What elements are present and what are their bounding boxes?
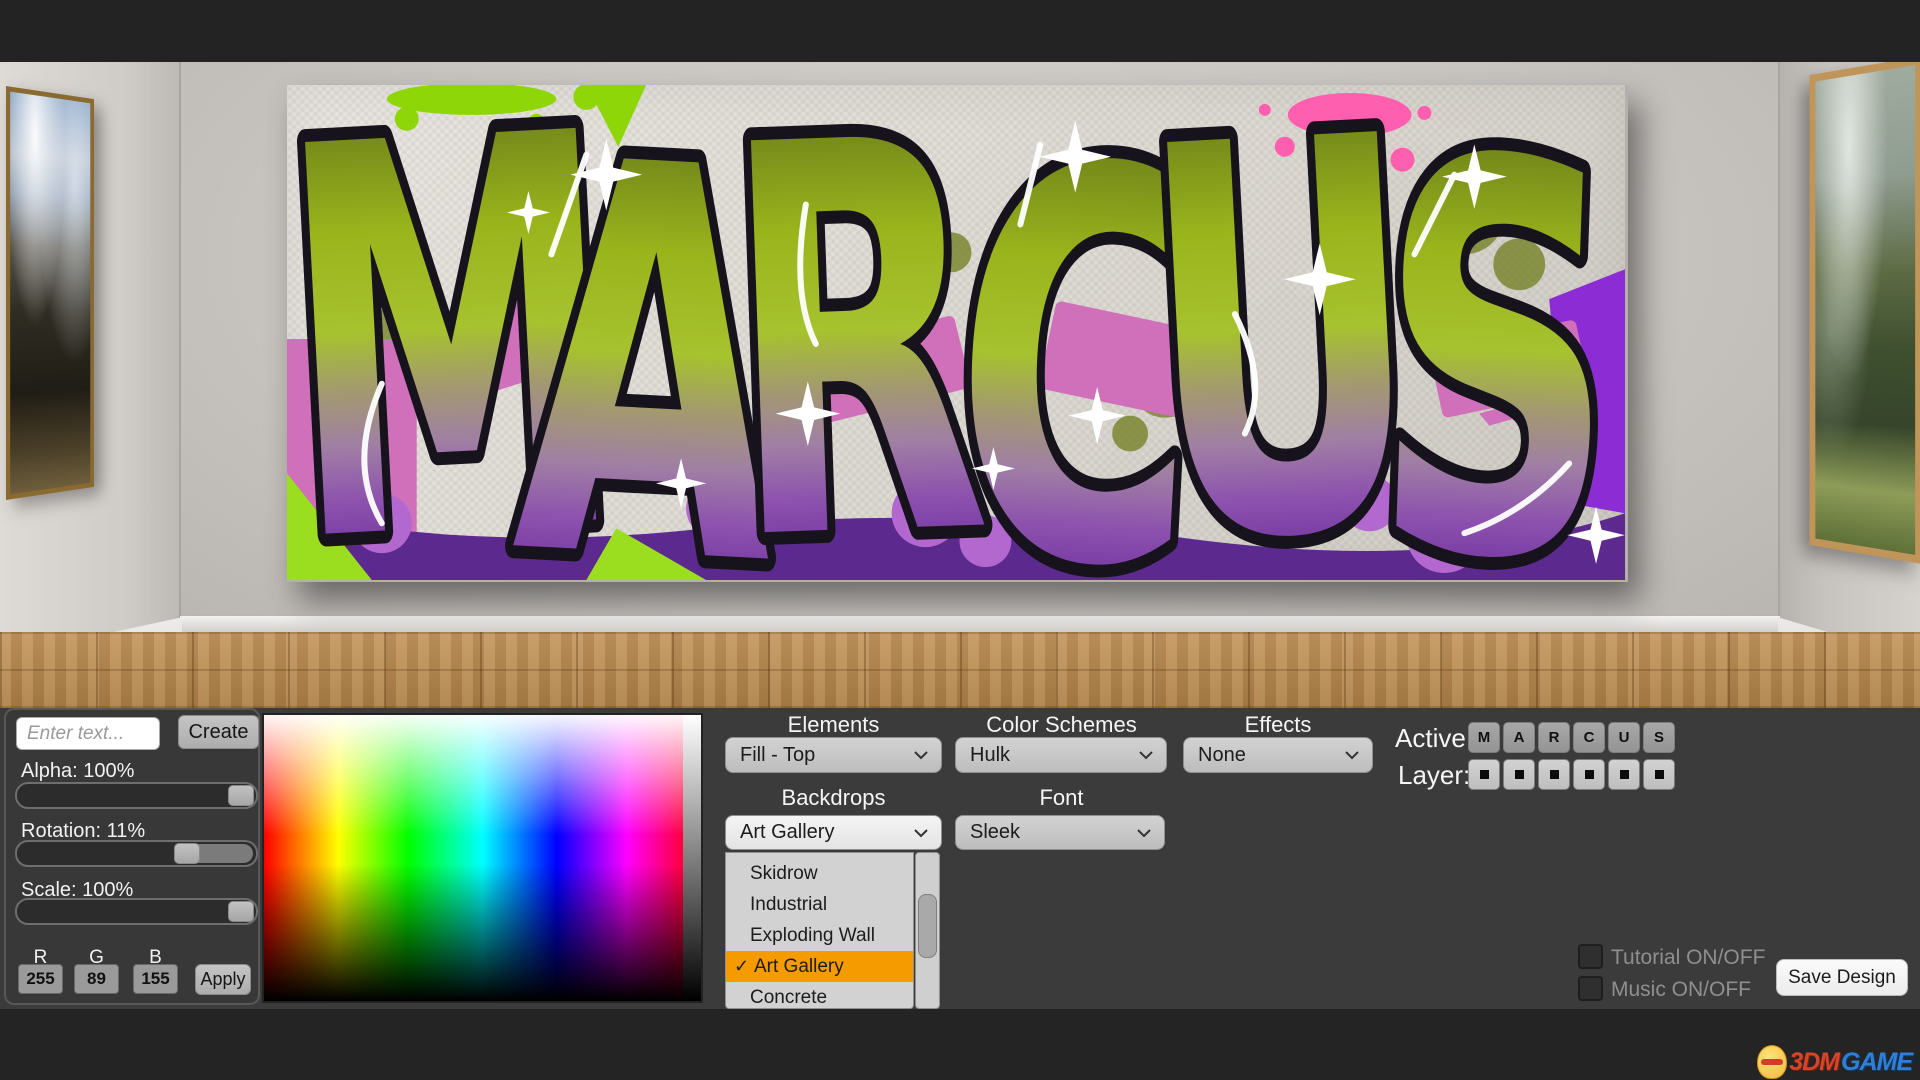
dropdown-scrollbar-thumb[interactable]	[918, 894, 937, 958]
apply-button[interactable]: Apply	[195, 964, 251, 995]
chevron-down-icon	[913, 750, 929, 760]
graffiti-artwork: M A R C U S	[287, 85, 1625, 580]
logo-game-text: GAME	[1841, 1048, 1912, 1077]
3dm-duck-icon	[1757, 1045, 1787, 1079]
alpha-slider-handle[interactable]	[228, 785, 254, 806]
elements-select[interactable]: Fill - Top	[725, 737, 942, 773]
layer-button-2[interactable]	[1503, 759, 1535, 790]
text-input[interactable]	[16, 717, 160, 750]
3dmgame-logo: 3DM GAME	[1757, 1045, 1912, 1079]
color-picker-gradient[interactable]	[264, 715, 701, 1001]
active-label: Active:	[1395, 723, 1473, 754]
effects-select-value: None	[1198, 744, 1338, 767]
layer-square-icon	[1585, 770, 1594, 779]
b-value-field[interactable]: 155	[133, 964, 178, 994]
alpha-label: Alpha: 100%	[21, 760, 134, 783]
backdrop-option-label: Concrete	[750, 987, 827, 1009]
color-schemes-select-value: Hulk	[970, 744, 1132, 767]
active-letter-m[interactable]: M	[1468, 722, 1500, 753]
scale-slider-handle[interactable]	[228, 901, 254, 922]
graffiti-canvas[interactable]: M A R C U S	[287, 85, 1628, 582]
backdrop-option-industrial[interactable]: Industrial	[726, 889, 913, 920]
text-tools-card: Create Alpha: 100% Rotation: 11% Scale: …	[4, 708, 260, 1005]
graffiti-letter-s: S	[1365, 85, 1625, 580]
app-window: M A R C U S	[0, 0, 1920, 1080]
backdrop-option-skidrow[interactable]: Skidrow	[726, 858, 913, 889]
backdrop-option-exploding-wall[interactable]: Exploding Wall	[726, 920, 913, 951]
save-design-button[interactable]: Save Design	[1776, 959, 1908, 996]
backdrop-option-label: Skidrow	[750, 863, 818, 885]
logo-3dm-text: 3DM	[1789, 1048, 1839, 1077]
right-wall-painting	[1809, 62, 1920, 564]
dropdown-scrollbar[interactable]	[915, 852, 940, 1009]
backdrop-option-label: Exploding Wall	[750, 925, 875, 947]
layer-square-icon	[1480, 770, 1489, 779]
color-schemes-select[interactable]: Hulk	[955, 737, 1167, 773]
baseboard	[180, 616, 1780, 632]
chevron-down-icon	[1344, 750, 1360, 760]
footer-bar: 3DM GAME	[0, 1009, 1920, 1080]
backdrops-dropdown-menu: Skidrow Industrial Exploding Wall ✓ Art …	[725, 852, 914, 1009]
backdrop-option-label: Art Gallery	[754, 956, 844, 978]
color-schemes-header: Color Schemes	[955, 712, 1168, 738]
layer-button-6[interactable]	[1643, 759, 1675, 790]
chevron-down-icon	[1138, 750, 1154, 760]
backdrops-select[interactable]: Art Gallery	[725, 815, 942, 850]
g-value-field[interactable]: 89	[74, 964, 119, 994]
active-letter-u[interactable]: U	[1608, 722, 1640, 753]
color-picker[interactable]	[262, 713, 703, 1003]
top-bar	[0, 0, 1920, 62]
backdrops-select-value: Art Gallery	[740, 821, 907, 844]
backdrop-option-concrete[interactable]: Concrete	[726, 982, 913, 1009]
active-letter-s[interactable]: S	[1643, 722, 1675, 753]
font-select-value: Sleek	[970, 821, 1130, 844]
parquet-floor	[0, 632, 1920, 708]
elements-header: Elements	[725, 712, 942, 738]
layer-button-row	[1468, 759, 1675, 790]
music-checkbox-label: Music ON/OFF	[1611, 978, 1751, 1002]
create-button[interactable]: Create	[178, 715, 259, 749]
rotation-slider[interactable]	[15, 840, 258, 867]
gallery-scene: M A R C U S	[0, 62, 1920, 708]
layer-square-icon	[1620, 770, 1629, 779]
color-picker-grayscale-strip[interactable]	[683, 715, 701, 1001]
rotation-slider-handle[interactable]	[174, 843, 200, 864]
tutorial-checkbox[interactable]	[1578, 944, 1603, 969]
graffiti-letters[interactable]: M A R C U S	[287, 85, 1625, 580]
layer-label: Layer:	[1398, 760, 1470, 791]
scale-slider[interactable]	[15, 898, 258, 925]
layer-button-3[interactable]	[1538, 759, 1570, 790]
active-letter-r[interactable]: R	[1538, 722, 1570, 753]
chevron-down-icon	[1136, 828, 1152, 838]
effects-select[interactable]: None	[1183, 737, 1373, 773]
effects-header: Effects	[1183, 712, 1373, 738]
layer-button-1[interactable]	[1468, 759, 1500, 790]
left-wall-painting	[6, 86, 94, 500]
layer-button-4[interactable]	[1573, 759, 1605, 790]
check-icon: ✓	[734, 956, 754, 977]
layer-square-icon	[1515, 770, 1524, 779]
active-letter-row: M A R C U S	[1468, 722, 1675, 753]
tutorial-checkbox-label: Tutorial ON/OFF	[1611, 946, 1765, 970]
control-panel: Create Alpha: 100% Rotation: 11% Scale: …	[0, 708, 1920, 1009]
active-letter-a[interactable]: A	[1503, 722, 1535, 753]
alpha-slider[interactable]	[15, 782, 258, 809]
backdrops-header: Backdrops	[725, 785, 942, 811]
r-value-field[interactable]: 255	[18, 964, 63, 994]
active-letter-c[interactable]: C	[1573, 722, 1605, 753]
layer-button-5[interactable]	[1608, 759, 1640, 790]
backdrop-option-art-gallery[interactable]: ✓ Art Gallery	[726, 951, 913, 982]
music-checkbox[interactable]	[1578, 976, 1603, 1001]
layer-square-icon	[1550, 770, 1559, 779]
font-select[interactable]: Sleek	[955, 815, 1165, 850]
elements-select-value: Fill - Top	[740, 744, 907, 767]
font-header: Font	[955, 785, 1168, 811]
layer-square-icon	[1655, 770, 1664, 779]
chevron-down-icon	[913, 828, 929, 838]
backdrop-option-label: Industrial	[750, 894, 827, 916]
